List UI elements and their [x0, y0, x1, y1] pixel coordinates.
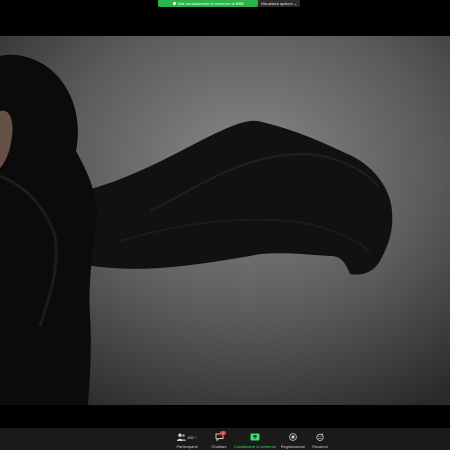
- share-screen-icon: [250, 433, 260, 441]
- shared-screen: [0, 36, 450, 405]
- meeting-window: Stai visualizzando lo schermo di ∂∂∂∂ Vi…: [0, 0, 450, 450]
- chat-button[interactable]: 1 Chattare: [206, 428, 232, 450]
- meeting-toolbar: 180 ^ Partecipanti 1 Chattare Condivider…: [0, 428, 450, 450]
- shared-screen-image: [0, 36, 450, 405]
- participants-icon: [177, 433, 187, 441]
- sharing-dot-icon: [172, 2, 176, 5]
- view-options-button[interactable]: Visualizza opzioni ⌄: [258, 0, 300, 7]
- share-screen-button[interactable]: Condividere lo schermo: [232, 428, 278, 450]
- participants-button[interactable]: 180 ^ Partecipanti: [172, 428, 202, 450]
- record-button[interactable]: Registrazione: [278, 428, 308, 450]
- reactions-button[interactable]: Reazioni: [308, 428, 332, 450]
- share-screen-label: Condividere lo schermo: [233, 444, 277, 449]
- top-share-bar: Stai visualizzando lo schermo di ∂∂∂∂ Vi…: [0, 0, 450, 8]
- record-icon: [289, 433, 297, 441]
- sharing-label: Stai visualizzando lo schermo di ∂∂∂∂: [177, 1, 244, 6]
- chat-badge: 1: [220, 431, 226, 435]
- record-label: Registrazione: [280, 444, 306, 449]
- participants-label: Partecipanti: [176, 444, 198, 449]
- reactions-icon: [316, 433, 324, 441]
- chevron-up-icon[interactable]: ^: [195, 435, 197, 440]
- participants-count: 180: [187, 434, 194, 440]
- chat-label: Chattare: [211, 444, 227, 449]
- reactions-label: Reazioni: [312, 444, 328, 449]
- sharing-indicator[interactable]: Stai visualizzando lo schermo di ∂∂∂∂: [158, 0, 258, 7]
